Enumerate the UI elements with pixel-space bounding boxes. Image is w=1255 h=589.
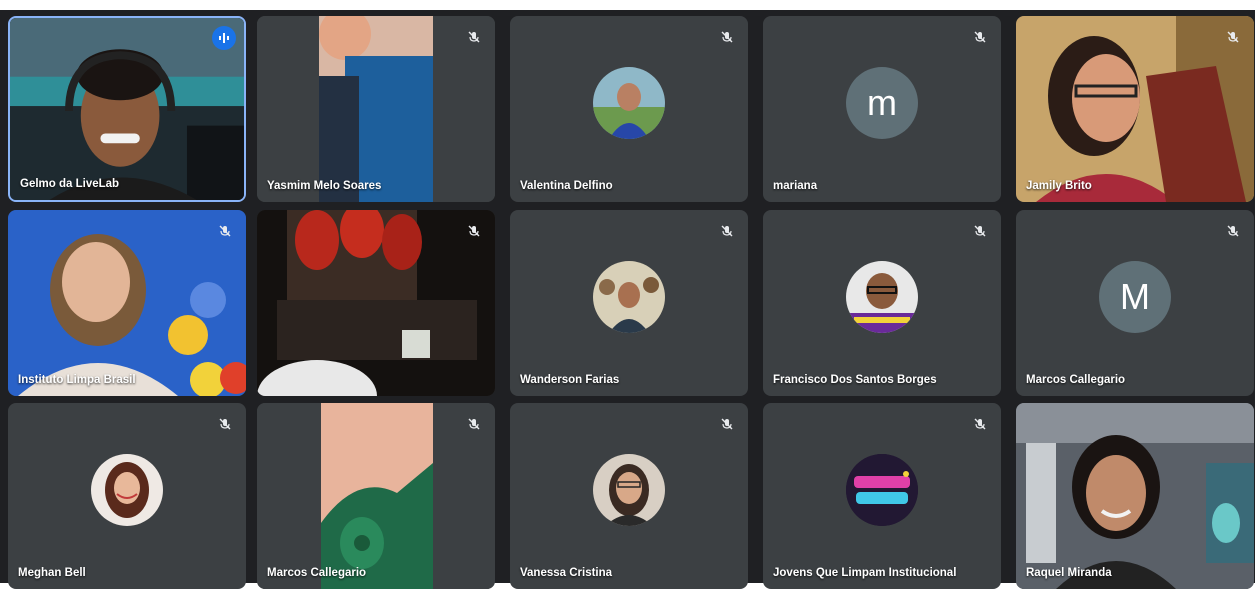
mic-off-icon <box>716 220 738 242</box>
avatar-initial: M <box>1099 261 1171 333</box>
mic-off-icon <box>969 413 991 435</box>
video-feed <box>257 403 495 589</box>
mic-off-icon <box>463 413 485 435</box>
avatar-initial: m <box>846 67 918 139</box>
mic-off-icon <box>1222 26 1244 48</box>
video-feed <box>257 16 495 202</box>
participant-tile-meghan[interactable]: Meghan Bell <box>8 403 246 589</box>
video-feed <box>1016 403 1254 589</box>
participant-tile-unnamed[interactable] <box>257 210 495 396</box>
participant-name: Jovens Que Limpam Institucional <box>773 567 957 579</box>
speaking-indicator-icon <box>212 26 236 50</box>
participant-name: Meghan Bell <box>18 567 86 579</box>
video-feed <box>10 18 244 200</box>
participant-name: Marcos Callegario <box>267 567 367 579</box>
participant-tile-valentina[interactable]: Valentina Delfino <box>510 16 748 202</box>
participant-name: Valentina Delfino <box>520 180 613 192</box>
mic-off-icon <box>1222 220 1244 242</box>
avatar <box>91 454 163 526</box>
participant-name: Instituto Limpa Brasil <box>18 374 136 386</box>
mic-off-icon <box>214 413 236 435</box>
participant-name: Vanessa Cristina <box>520 567 613 579</box>
participant-name: Wanderson Farias <box>520 374 620 386</box>
avatar-logo <box>846 454 918 526</box>
participant-tile-mariana[interactable]: m mariana <box>763 16 1001 202</box>
participant-tile-francisco[interactable]: Francisco Dos Santos Borges <box>763 210 1001 396</box>
participant-name: Gelmo da LiveLab <box>20 178 120 190</box>
participant-tile-raquel[interactable]: Raquel Miranda <box>1016 403 1254 589</box>
mic-off-icon <box>969 26 991 48</box>
avatar <box>593 67 665 139</box>
mic-off-icon <box>716 413 738 435</box>
avatar <box>846 261 918 333</box>
participant-tile-jovens[interactable]: Jovens Que Limpam Institucional <box>763 403 1001 589</box>
participant-name: mariana <box>773 180 818 192</box>
video-feed <box>1016 16 1254 202</box>
participant-tile-wanderson[interactable]: Wanderson Farias <box>510 210 748 396</box>
mic-off-icon <box>463 26 485 48</box>
participant-tile-vanessa[interactable]: Vanessa Cristina <box>510 403 748 589</box>
participant-name: Marcos Callegario <box>1026 374 1126 386</box>
participant-tile-jamily[interactable]: Jamily Brito <box>1016 16 1254 202</box>
participant-tile-marcos-video[interactable]: Marcos Callegario <box>257 403 495 589</box>
participant-tile-gelmo[interactable]: Gelmo da LiveLab <box>8 16 246 202</box>
participant-tile-yasmim[interactable]: Yasmim Melo Soares <box>257 16 495 202</box>
avatar <box>593 261 665 333</box>
mic-off-icon <box>214 220 236 242</box>
video-feed <box>257 210 495 396</box>
participant-name: Yasmim Melo Soares <box>267 180 382 192</box>
participant-tile-marcos-initial[interactable]: M Marcos Callegario <box>1016 210 1254 396</box>
participant-name: Raquel Miranda <box>1026 567 1112 579</box>
video-grid: Gelmo da LiveLab Yasmim Melo Soares Vale… <box>0 10 1255 589</box>
avatar <box>593 454 665 526</box>
mic-off-icon <box>716 26 738 48</box>
participant-name: Jamily Brito <box>1026 180 1092 192</box>
jovens-logo-icon <box>846 454 918 526</box>
video-feed <box>8 210 246 396</box>
mic-off-icon <box>969 220 991 242</box>
participant-tile-instituto[interactable]: Instituto Limpa Brasil <box>8 210 246 396</box>
mic-off-icon <box>463 220 485 242</box>
participant-name: Francisco Dos Santos Borges <box>773 374 937 386</box>
